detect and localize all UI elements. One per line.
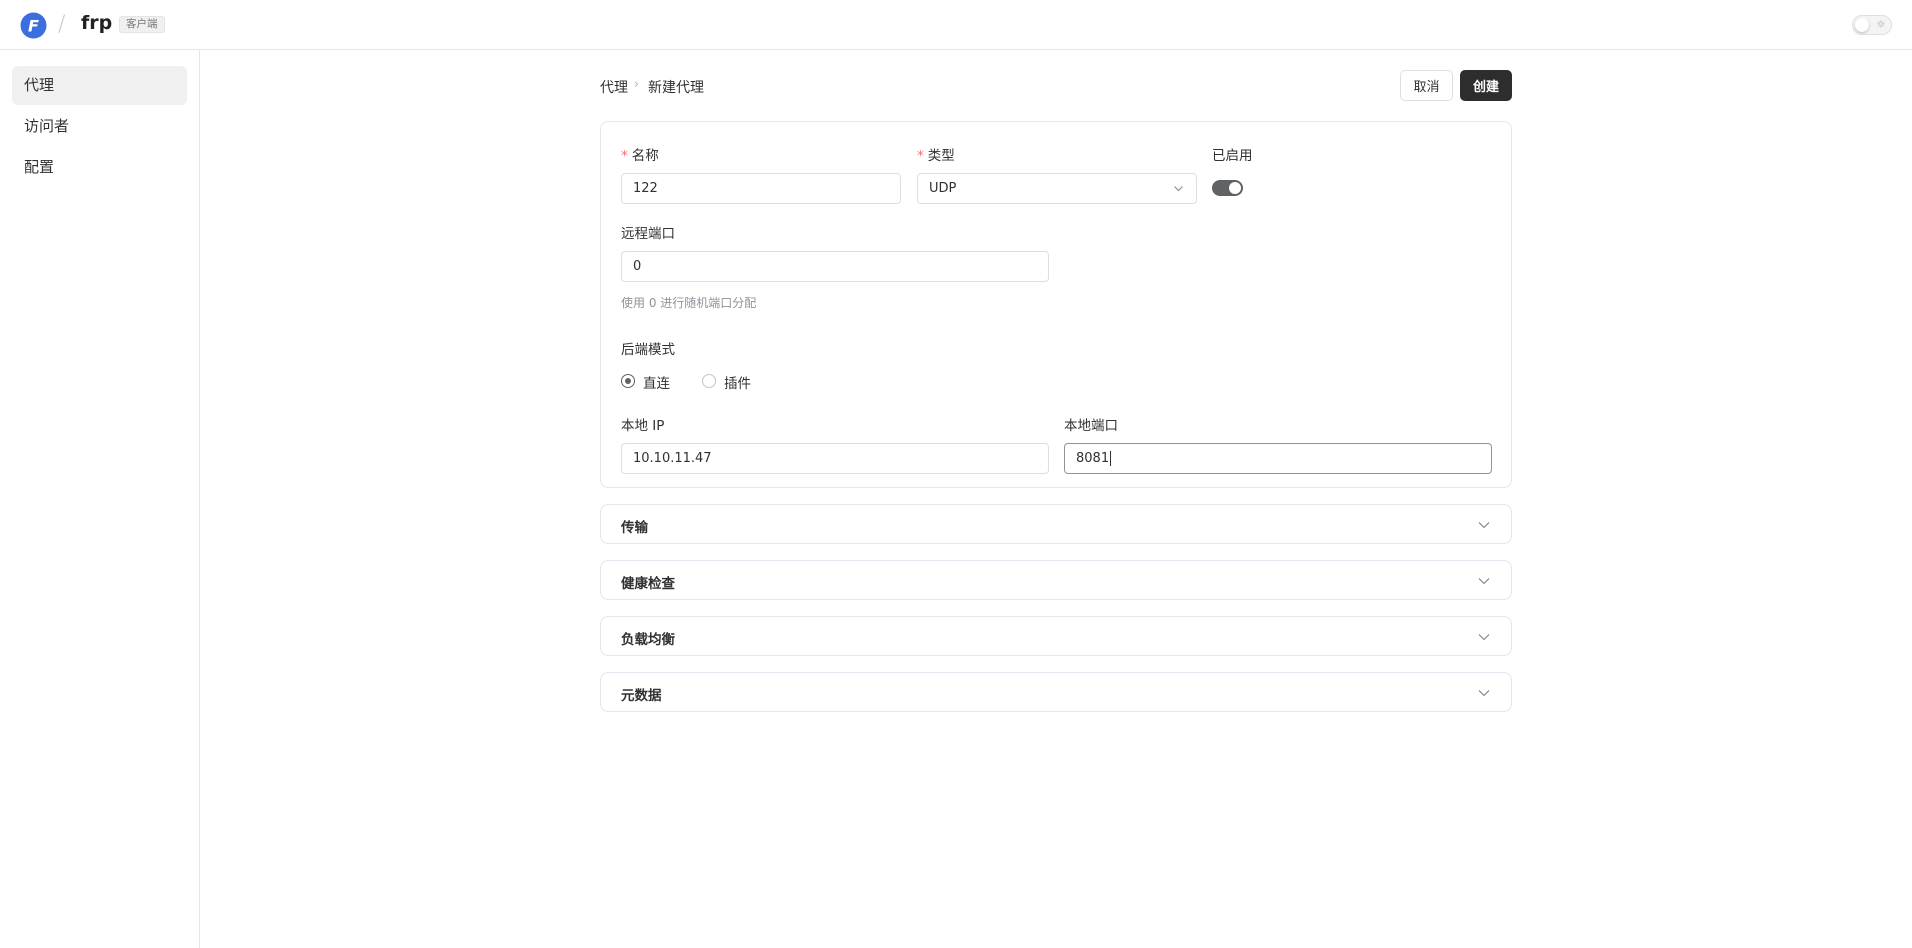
sun-icon: ☼ (1876, 18, 1886, 31)
chevron-down-icon (1478, 690, 1490, 697)
name-input[interactable]: 122 (621, 173, 901, 204)
sidebar: 代理 访问者 配置 (0, 50, 200, 948)
app-title: frp (81, 12, 113, 34)
text-caret (1110, 451, 1112, 466)
section-load-balancing-title: 负载均衡 (621, 632, 675, 648)
svg-text:F: F (28, 17, 39, 36)
type-select-value: UDP (929, 181, 957, 196)
section-health-check-title: 健康检查 (621, 576, 675, 592)
radio-direct[interactable] (621, 374, 635, 388)
theme-toggle-knob (1855, 18, 1869, 32)
breadcrumb-parent[interactable]: 代理 (600, 77, 628, 97)
sidebar-item-config[interactable]: 配置 (12, 148, 187, 187)
local-ip-input[interactable]: 10.10.11.47 (621, 443, 1049, 474)
section-metadata-title: 元数据 (621, 688, 662, 704)
remote-port-input[interactable]: 0 (621, 251, 1049, 282)
type-label: * 类型 (917, 148, 955, 164)
section-transport[interactable]: 传输 (600, 504, 1512, 544)
local-port-value: 8081 (1076, 451, 1110, 466)
theme-toggle[interactable]: ☼ (1852, 15, 1892, 35)
create-button[interactable]: 创建 (1460, 70, 1512, 101)
cancel-button[interactable]: 取消 (1400, 70, 1453, 101)
proxy-form-card: * 名称 122 * 类型 UDP 已启用 远程端口 0 使用 0 进行随机端口分配… (600, 121, 1512, 488)
local-port-label: 本地端口 (1064, 418, 1118, 434)
page-header: 代理 › 新建代理 取消 创建 (600, 70, 1512, 102)
chevron-down-icon (1478, 634, 1490, 641)
remote-port-label: 远程端口 (621, 226, 675, 242)
breadcrumb-current: 新建代理 (648, 80, 704, 96)
title-separator: / (58, 12, 66, 37)
breadcrumb-separator: › (634, 77, 639, 91)
chevron-down-icon (1174, 186, 1183, 192)
section-load-balancing[interactable]: 负载均衡 (600, 616, 1512, 656)
chevron-down-icon (1478, 578, 1490, 585)
enabled-switch-knob (1229, 182, 1241, 194)
section-metadata[interactable]: 元数据 (600, 672, 1512, 712)
radio-direct-label[interactable]: 直连 (643, 372, 670, 392)
enabled-label: 已启用 (1212, 148, 1253, 164)
frp-logo-icon: F (20, 12, 47, 39)
section-transport-title: 传输 (621, 520, 648, 536)
top-bar: F / frp 客户端 ☼ (0, 0, 1912, 50)
type-select[interactable]: UDP (917, 173, 1197, 204)
local-port-input[interactable]: 8081 (1064, 443, 1492, 474)
radio-plugin[interactable] (702, 374, 716, 388)
client-badge: 客户端 (119, 16, 165, 33)
required-mark: * (917, 148, 924, 164)
sidebar-item-proxies[interactable]: 代理 (12, 66, 187, 105)
radio-plugin-label[interactable]: 插件 (724, 372, 751, 392)
chevron-down-icon (1478, 522, 1490, 529)
required-mark: * (621, 148, 628, 164)
local-ip-label: 本地 IP (621, 418, 665, 434)
name-label: * 名称 (621, 148, 659, 164)
remote-port-hint: 使用 0 进行随机端口分配 (621, 296, 757, 310)
enabled-switch[interactable] (1212, 180, 1243, 196)
sidebar-item-visitors[interactable]: 访问者 (12, 107, 187, 146)
section-health-check[interactable]: 健康检查 (600, 560, 1512, 600)
backend-mode-label: 后端模式 (621, 342, 675, 358)
